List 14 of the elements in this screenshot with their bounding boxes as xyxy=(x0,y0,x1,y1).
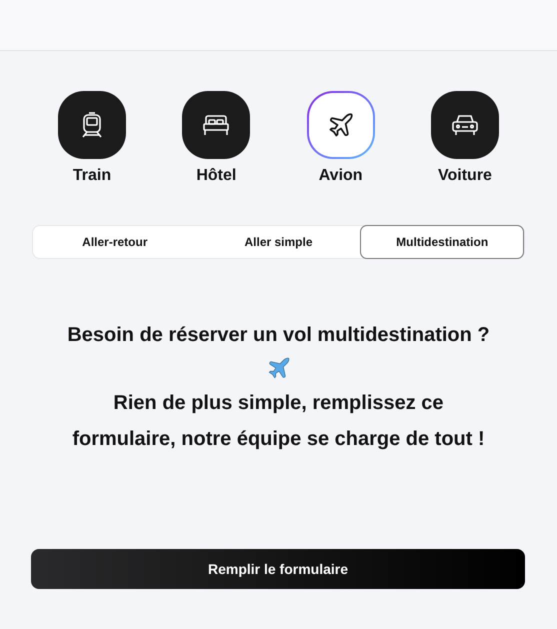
fill-form-button[interactable]: Remplir le formulaire xyxy=(31,549,525,589)
trip-type-tab[interactable]: Aller simple xyxy=(196,225,360,259)
description: Rien de plus simple, remplissez ce formulaire, notre équipe se charge de tout ! xyxy=(71,391,486,452)
category-button[interactable]: Avion xyxy=(290,91,391,185)
trip-type-tab[interactable]: Aller-retour xyxy=(33,225,197,259)
category-button[interactable]: Voiture xyxy=(414,91,515,185)
category-button[interactable]: Hôtel xyxy=(166,91,266,185)
bed-icon xyxy=(202,114,230,136)
trip-type-tab[interactable]: Multidestination xyxy=(360,225,524,259)
train-icon xyxy=(81,112,103,138)
airplane-icon xyxy=(326,111,355,139)
headline: Besoin de réserver un vol multidestination ? xyxy=(67,323,490,348)
car-icon xyxy=(450,113,479,137)
category-button[interactable]: Train xyxy=(42,91,142,185)
